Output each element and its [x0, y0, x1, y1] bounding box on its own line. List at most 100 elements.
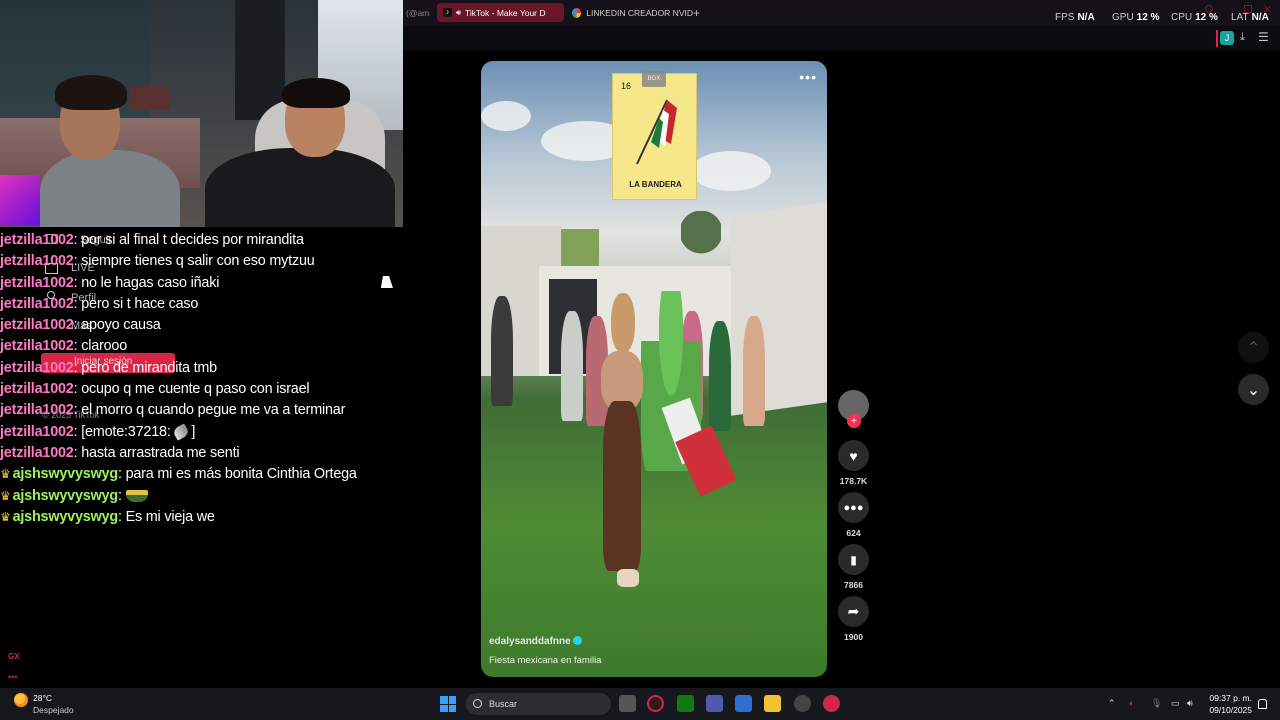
chat-username[interactable]: jetzilla1002 [0, 232, 74, 248]
chat-username[interactable]: jetzilla1002 [0, 360, 74, 376]
weather-description[interactable]: Despejado [33, 705, 74, 715]
chat-username[interactable]: jetzilla1002 [0, 381, 74, 397]
chat-message: jetzilla1002: por si al final t decides … [0, 230, 403, 251]
share-button[interactable]: ➦ [838, 596, 869, 627]
screen: Seguir LIVE Perfil Más Iniciar sesión © … [0, 0, 1280, 720]
menu-icon[interactable]: ☰ [1258, 30, 1269, 44]
fps-label: FPS [1055, 12, 1075, 23]
fps-value: N/A [1077, 12, 1095, 23]
chat-username[interactable]: jetzilla1002 [0, 317, 74, 333]
notification-icon[interactable] [1258, 699, 1267, 709]
network-icon[interactable]: ▭ [1171, 698, 1180, 709]
chevron-up-icon: ⌃ [1246, 339, 1261, 357]
share-count: 1900 [844, 632, 863, 642]
share-icon: ➦ [847, 603, 860, 619]
chat-message: jetzilla1002: pero de mirandita tmb [0, 358, 403, 379]
chat-message: jetzilla1002: hasta arrastrada me senti [0, 443, 403, 464]
chat-message: jetzilla1002: clarooo [0, 336, 403, 357]
chat-text: : apoyo causa [73, 317, 161, 334]
tab-partial[interactable]: (@am [406, 3, 436, 22]
windows-taskbar [0, 688, 1280, 720]
verified-icon [572, 636, 582, 645]
chat-username[interactable]: ajshswyvyswyg [13, 488, 119, 504]
chat-message: ♛ ajshswyvyswyg: para mi es más bonita Ci… [0, 464, 403, 485]
chat-username[interactable]: jetzilla1002 [0, 424, 74, 440]
chat-text: : [emote:37218: [73, 423, 171, 440]
previous-video-button[interactable]: ⌃ [1238, 332, 1269, 363]
lat-stat: LAT N/A [1231, 12, 1269, 23]
steam-icon[interactable] [794, 695, 811, 712]
card-number: 16 [621, 81, 632, 91]
chat-text: : [117, 487, 122, 504]
chat-username[interactable]: ajshswyvyswyg [13, 466, 119, 482]
follow-plus-icon[interactable]: + [847, 414, 861, 428]
card-title: LA BANDERA [629, 180, 682, 189]
tiktok-video[interactable]: 16 LA BANDERA BGX ••• edalysanddafnne Fi… [481, 61, 827, 677]
chat-text: : siempre tienes q salir con eso mytzuu [73, 253, 315, 270]
tab-linkedin-label: LINKEDIN CREADOR NVID [586, 7, 693, 18]
new-tab-button[interactable]: + [693, 3, 707, 22]
lat-label: LAT [1231, 12, 1249, 23]
more-options-icon[interactable]: ••• [799, 69, 817, 85]
chat-text: : no le hagas caso iñaki [73, 274, 220, 291]
task-view-icon[interactable] [619, 695, 636, 712]
chat-username[interactable]: jetzilla1002 [0, 402, 74, 418]
video-username[interactable]: edalysanddafnne [489, 636, 582, 647]
chat-username[interactable]: jetzilla1002 [0, 296, 74, 312]
more-dots-icon: ••• [8, 672, 18, 682]
chat-text: : hasta arrastrada me senti [73, 444, 240, 461]
chat-username[interactable]: jetzilla1002 [0, 253, 74, 269]
like-button[interactable]: ♥ [838, 440, 869, 471]
extension-button[interactable]: J [1220, 31, 1234, 45]
comment-button[interactable]: ●●● [838, 492, 869, 523]
crown-badge-icon: ♛ [0, 467, 11, 482]
browser-toolbar [403, 26, 1280, 51]
chat-message: jetzilla1002: siempre tienes q salir con… [0, 251, 403, 272]
clock-date[interactable]: 09/10/2025 [1204, 705, 1252, 715]
chat-message: jetzilla1002: no le hagas caso iñaki [0, 273, 403, 294]
mic-icon[interactable]: 🎙︎ [1151, 698, 1162, 709]
xbox-icon[interactable] [677, 695, 694, 712]
chat-message: jetzilla1002: apoyo causa [0, 315, 403, 336]
tray-overflow-icon[interactable]: ⌃ [1108, 698, 1116, 709]
chat-message: jetzilla1002: pero si t hace caso [0, 294, 403, 315]
download-icon[interactable]: ⤓ [1240, 31, 1245, 44]
chat-username[interactable]: jetzilla1002 [0, 338, 74, 354]
mouse-cursor [380, 276, 396, 288]
tab-tiktok[interactable]: ♪ 🔊︎ TikTok - Make Your D [437, 3, 564, 22]
google-icon [572, 7, 582, 18]
gx-tray-icon[interactable]: ◐ [1129, 698, 1134, 708]
volume-icon[interactable]: 🔊︎ [1187, 698, 1193, 709]
accent-bar [1216, 30, 1218, 47]
store-icon[interactable] [735, 695, 752, 712]
chat-message: jetzilla1002: [emote:37218: ] [0, 422, 403, 443]
weather-icon[interactable] [14, 693, 28, 707]
clock-time[interactable]: 09:37 p. m. [1208, 693, 1252, 703]
taskbar-search[interactable]: Buscar [466, 693, 611, 715]
gpu-stat: GPU 12 % [1112, 12, 1159, 23]
opera-gx-icon[interactable] [647, 695, 664, 712]
start-button[interactable] [440, 696, 456, 712]
chat-username[interactable]: jetzilla1002 [0, 275, 74, 291]
chat-message: jetzilla1002: ocupo q me cuente q paso c… [0, 379, 403, 400]
video-description: Fiesta mexicana en familia [489, 655, 602, 666]
file-explorer-icon[interactable] [764, 695, 781, 712]
teams-icon[interactable] [706, 695, 723, 712]
watermark-badge: BGX [642, 71, 666, 87]
tab-linkedin[interactable]: LINKEDIN CREADOR NVID [568, 3, 693, 22]
comment-count: 624 [846, 528, 861, 538]
save-button[interactable]: ▮ [838, 544, 869, 575]
chat-text-suffix: ] [187, 423, 196, 440]
next-video-button[interactable]: ⌄ [1238, 374, 1269, 405]
weather-temperature[interactable]: 28°C [33, 693, 52, 703]
chat-message: ♛ ajshswyvyswyg: [0, 486, 403, 507]
chat-message: jetzilla1002: el morro q cuando pegue me… [0, 400, 403, 421]
chat-username[interactable]: jetzilla1002 [0, 445, 74, 461]
speaker-icon[interactable]: 🔊︎ [456, 8, 461, 18]
opera-gx-red-icon[interactable] [823, 695, 840, 712]
chat-username[interactable]: ajshswyvyswyg [13, 509, 119, 525]
chat-text: : por si al final t decides por mirandit… [73, 232, 304, 248]
chat-text: : ocupo q me cuente q paso con israel [73, 381, 310, 398]
like-count: 178.7K [839, 476, 868, 486]
video-username-text[interactable]: edalysanddafnne [489, 636, 571, 647]
